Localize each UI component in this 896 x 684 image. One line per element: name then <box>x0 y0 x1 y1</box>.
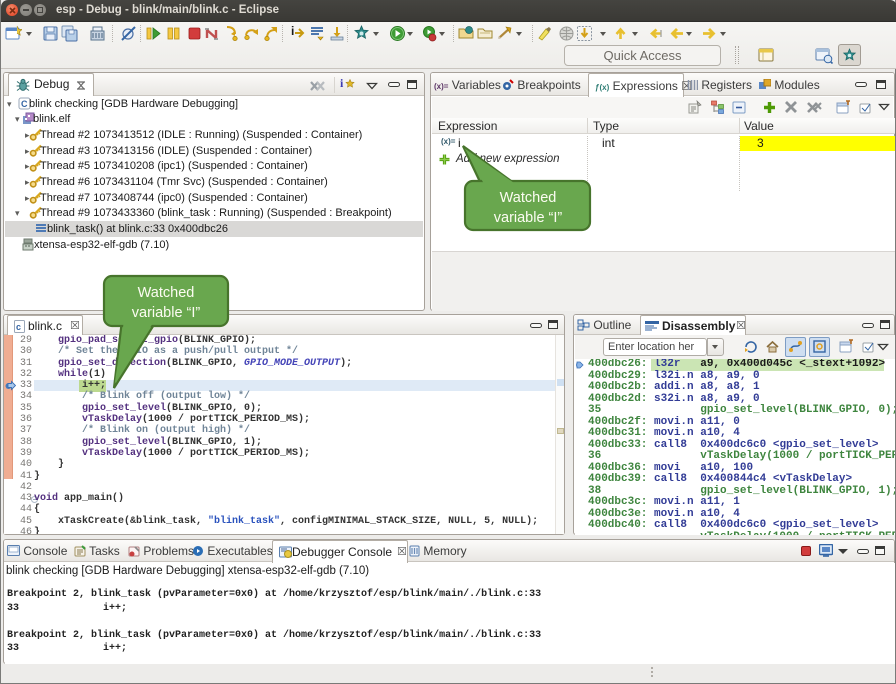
svg-text:Watched: Watched <box>138 285 195 301</box>
svg-text:c: c <box>16 322 21 332</box>
svg-text:Watched: Watched <box>500 190 557 206</box>
svg-text:C: C <box>21 99 28 109</box>
svg-text:variable “I”: variable “I” <box>132 305 201 321</box>
svg-text:variable “I”: variable “I” <box>494 210 563 226</box>
